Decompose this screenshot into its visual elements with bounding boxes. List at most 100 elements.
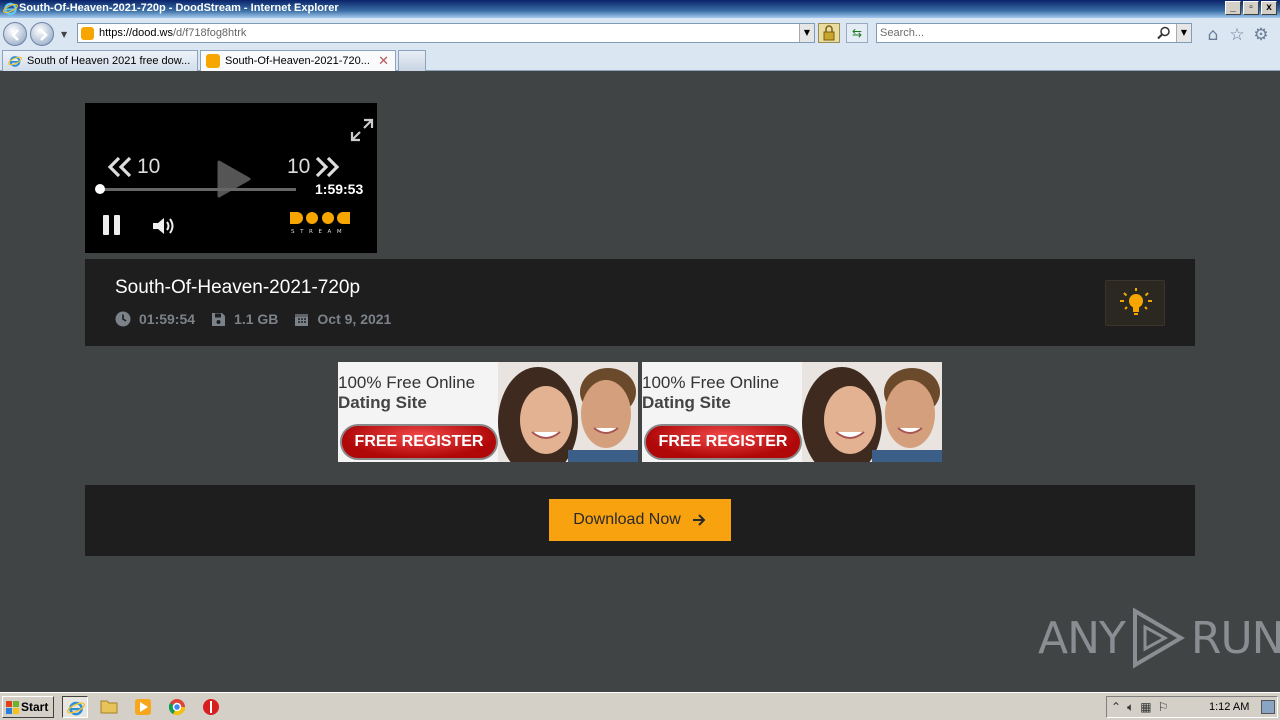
ad-line1: 100% Free Online: [338, 373, 476, 392]
ad-line1: 100% Free Online: [642, 373, 780, 392]
play-icon[interactable]: [216, 160, 252, 198]
windows-taskbar: Start ⌃ 🔈︎ ▦ ⚐ 1:12 AM: [0, 692, 1280, 720]
address-dropdown-icon[interactable]: ▼: [799, 24, 814, 42]
search-box[interactable]: ▼: [876, 23, 1192, 43]
tools-gear-icon[interactable]: ⚙: [1252, 26, 1270, 44]
rewind-10-button[interactable]: 10: [107, 155, 160, 179]
download-panel: Download Now: [85, 485, 1195, 556]
double-chevron-left-icon: [107, 156, 132, 178]
forward-button[interactable]: [30, 22, 54, 46]
close-tab-icon[interactable]: ✕: [378, 53, 389, 69]
show-desktop-button[interactable]: [1261, 700, 1275, 714]
lights-off-button[interactable]: [1105, 280, 1165, 326]
back-button[interactable]: [3, 22, 27, 46]
quick-launch: [62, 696, 224, 718]
start-button[interactable]: Start: [2, 696, 54, 718]
taskbar-security-app[interactable]: [198, 696, 224, 718]
show-hidden-icons-icon[interactable]: ⌃: [1111, 700, 1121, 715]
url-host: https://dood.ws: [99, 27, 173, 39]
ad-line2: Dating Site: [642, 393, 731, 412]
tray-icons: ⌃ 🔈︎ ▦ ⚐: [1111, 700, 1168, 715]
forward-10-button[interactable]: 10: [287, 155, 340, 179]
date-value: Oct 9, 2021: [317, 311, 392, 327]
progress-scrubber[interactable]: [95, 184, 105, 194]
recent-pages-dropdown-icon[interactable]: ▼: [61, 30, 67, 39]
tab-south-of-heaven-free-download[interactable]: South of Heaven 2021 free dow...: [2, 50, 198, 71]
arrow-right-icon: [692, 514, 706, 526]
folder-icon: [100, 700, 118, 714]
navigation-bar: ▼ https://dood.ws/d/f718fog8htrk ▼ ⇆ ▼ ⌂…: [0, 18, 1280, 48]
address-url[interactable]: https://dood.ws/d/f718fog8htrk: [99, 27, 246, 39]
dating-ad-banner[interactable]: 100% Free Online Dating Site FREE REGIST…: [338, 362, 638, 462]
tab-strip: South of Heaven 2021 free dow... South-O…: [0, 48, 1280, 71]
video-player[interactable]: 10 10 1:59:53 STREAM: [85, 103, 377, 253]
url-path: /d/f718fog8htrk: [173, 27, 247, 39]
ad-banners: 100% Free Online Dating Site FREE REGIST…: [338, 362, 942, 462]
security-lock-button[interactable]: [818, 23, 840, 43]
internet-explorer-icon: [8, 56, 22, 67]
tab-doodstream-active[interactable]: South-Of-Heaven-2021-720... ✕: [200, 50, 396, 71]
free-register-button[interactable]: FREE REGISTER: [340, 424, 498, 460]
new-tab-button[interactable]: [398, 50, 426, 71]
double-chevron-right-icon: [316, 156, 340, 178]
forward-arrow-icon: [40, 29, 48, 41]
network-icon[interactable]: ▦: [1140, 700, 1151, 715]
ad-line2: Dating Site: [338, 393, 427, 412]
download-label: Download Now: [573, 511, 681, 528]
restore-button[interactable]: ▫: [1243, 1, 1259, 15]
clock-icon: [115, 311, 131, 327]
watermark-right: RUN: [1190, 612, 1280, 664]
compat-refresh-button[interactable]: ⇆: [846, 23, 868, 43]
video-title: South-Of-Heaven-2021-720p: [115, 277, 361, 298]
calendar-icon: [295, 313, 309, 326]
close-window-button[interactable]: x: [1261, 1, 1277, 15]
search-input[interactable]: [880, 26, 1150, 40]
window-titlebar: South-Of-Heaven-2021-720p - DoodStream -…: [0, 0, 1280, 18]
pause-bar: [103, 215, 109, 235]
volume-tray-icon[interactable]: 🔈︎: [1127, 700, 1134, 715]
taskbar-chrome[interactable]: [164, 696, 190, 718]
internet-explorer-icon: [67, 701, 85, 716]
padlock-icon: [823, 25, 835, 41]
action-center-flag-icon[interactable]: ⚐: [1158, 700, 1169, 715]
search-icon[interactable]: [1157, 26, 1171, 40]
couple-photo: [498, 362, 638, 462]
taskbar-media-player[interactable]: [130, 696, 156, 718]
logo-text: STREAM: [291, 229, 347, 235]
windows-flag-icon: [6, 701, 19, 714]
favorites-star-icon[interactable]: ☆: [1228, 26, 1246, 44]
taskbar-explorer[interactable]: [96, 696, 122, 718]
doodstream-favicon-icon: [206, 54, 220, 68]
video-info-panel: South-Of-Heaven-2021-720p 01:59:54 1.1 G…: [85, 259, 1195, 346]
doodstream-logo: STREAM: [290, 212, 350, 235]
dating-ad-banner[interactable]: 100% Free Online Dating Site FREE REGIST…: [642, 362, 942, 462]
forward-seconds: 10: [287, 155, 311, 178]
chrome-icon: [168, 699, 186, 716]
anyrun-watermark: ANY RUN: [1038, 607, 1280, 669]
play-triangle-icon: [1132, 607, 1185, 669]
page-content: 10 10 1:59:53 STREAM South-Of-Heaven-202…: [0, 71, 1280, 691]
size-value: 1.1 GB: [234, 311, 279, 327]
home-icon[interactable]: ⌂: [1204, 26, 1222, 44]
watermark-left: ANY: [1038, 612, 1126, 664]
free-register-button[interactable]: FREE REGISTER: [644, 424, 802, 460]
clock[interactable]: 1:12 AM: [1209, 701, 1249, 713]
fullscreen-icon[interactable]: [350, 118, 374, 142]
refresh-icon: ⇆: [851, 26, 863, 40]
address-bar[interactable]: https://dood.ws/d/f718fog8htrk ▼: [77, 23, 815, 43]
media-player-icon: [135, 699, 151, 715]
pause-button[interactable]: [103, 215, 120, 235]
download-now-button[interactable]: Download Now: [549, 499, 731, 541]
volume-icon[interactable]: [151, 215, 177, 237]
couple-photo: [802, 362, 942, 462]
minimize-button[interactable]: _: [1225, 1, 1241, 15]
duration-value: 01:59:54: [139, 311, 196, 327]
video-meta: 01:59:54 1.1 GB Oct 9, 2021: [115, 311, 407, 327]
search-dropdown-icon[interactable]: ▼: [1176, 24, 1191, 42]
remaining-time: 1:59:53: [315, 181, 364, 197]
rewind-seconds: 10: [137, 155, 161, 178]
progress-track[interactable]: [100, 188, 296, 191]
back-arrow-icon: [11, 29, 19, 41]
taskbar-internet-explorer[interactable]: [62, 696, 88, 718]
tab-label: South-Of-Heaven-2021-720...: [225, 55, 370, 67]
